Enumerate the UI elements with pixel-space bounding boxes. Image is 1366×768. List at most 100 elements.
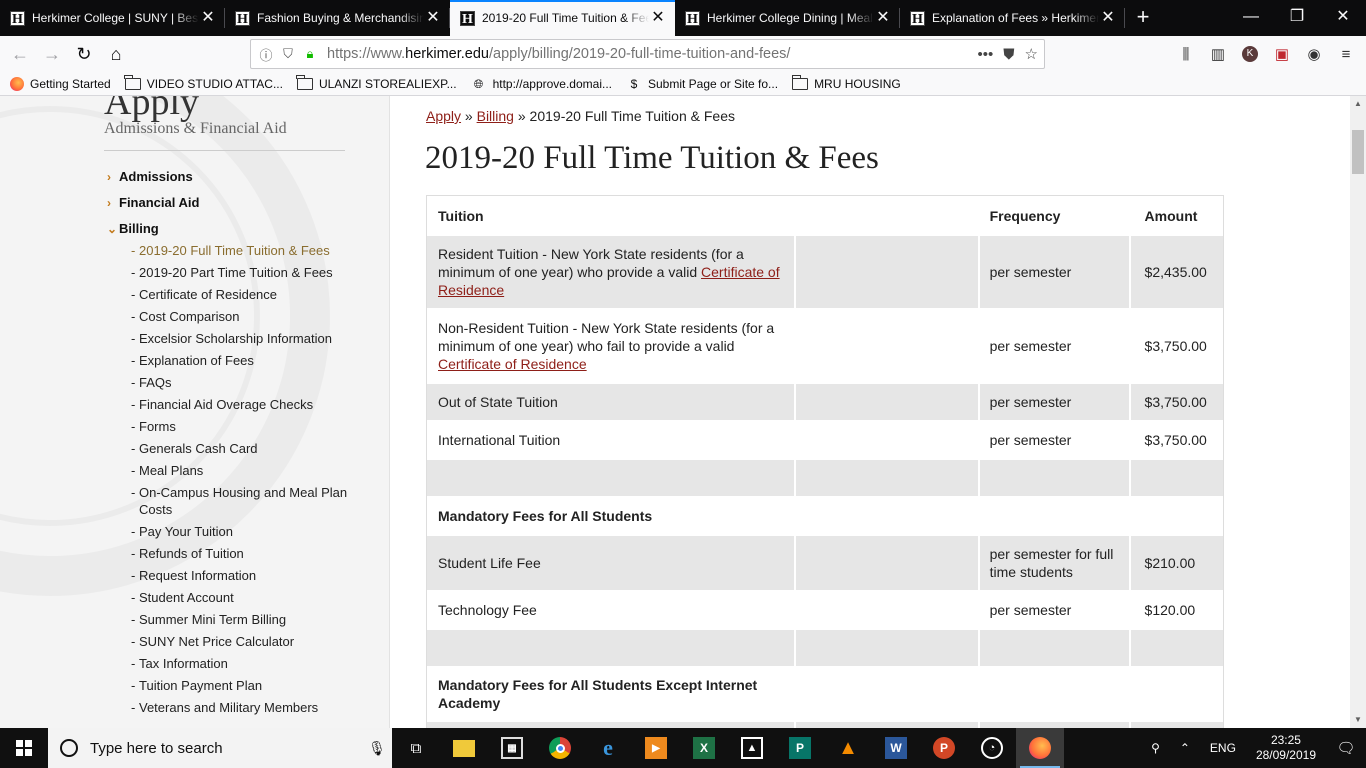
task-view-icon[interactable]: ⧉ (392, 728, 440, 768)
account-icon[interactable]: ◉ (1298, 45, 1330, 63)
sidebar-item-faqs[interactable]: - FAQs (131, 374, 367, 396)
tab-fashion-buying[interactable]: H Fashion Buying & Merchandising ✕ (225, 0, 450, 36)
extension-calendar-icon[interactable]: ▣ (1266, 45, 1298, 63)
sidebar-item-overage-checks[interactable]: - Financial Aid Overage Checks (131, 396, 367, 418)
sidebar-item-cash-card[interactable]: - Generals Cash Card (131, 440, 367, 462)
publisher-icon[interactable]: P (776, 728, 824, 768)
cortana-icon (60, 739, 78, 757)
microphone-icon[interactable]: 🎙︎ (362, 740, 392, 757)
sidebar-item-student-account[interactable]: - Student Account (131, 589, 367, 611)
clock[interactable]: 23:25 28/09/2019 (1246, 733, 1326, 763)
show-hidden-icons-chevron-up-icon[interactable]: ⌃ (1170, 741, 1200, 755)
close-tab-icon[interactable]: ✕ (649, 9, 667, 27)
sidebar-item-tax-info[interactable]: - Tax Information (131, 655, 367, 677)
tab-tuition-fees[interactable]: H 2019-20 Full Time Tuition & Fees ✕ (450, 0, 675, 36)
sidebar-item-billing[interactable]: ⌄ Billing (107, 220, 367, 242)
breadcrumb-billing-link[interactable]: Billing (477, 108, 514, 124)
table-row: Out of State Tuition per semester $3,750… (427, 384, 1223, 420)
sidebar-item-cost-comparison[interactable]: - Cost Comparison (131, 308, 367, 330)
bookmark-getting-started[interactable]: Getting Started (10, 76, 111, 91)
scroll-down-arrow-icon[interactable]: ▼ (1350, 712, 1366, 728)
sidebar-item-summer-billing[interactable]: - Summer Mini Term Billing (131, 611, 367, 633)
start-button[interactable] (0, 728, 48, 768)
sidebar-nav: › Admissions › Financial Aid ⌄ Billing -… (107, 168, 367, 721)
close-tab-icon[interactable]: ✕ (424, 9, 442, 27)
breadcrumb-apply-link[interactable]: Apply (426, 108, 461, 124)
bookmark-approve-domain[interactable]: 🌐︎ http://approve.domai... (471, 77, 612, 91)
sidebar-item-part-time-tuition[interactable]: -2019-20 Part Time Tuition & Fees (131, 264, 367, 286)
bookmark-mru-housing[interactable]: MRU HOUSING (791, 74, 901, 91)
pocket-icon[interactable]: ⛊ (1003, 46, 1014, 63)
tab-herkimer-home[interactable]: H Herkimer College | SUNY | Best ✕ (0, 0, 225, 36)
sidebar-item-explanation-fees[interactable]: - Explanation of Fees (131, 352, 367, 374)
people-icon[interactable]: ⚲ (1141, 741, 1170, 755)
tab-dining[interactable]: H Herkimer College Dining | Meal ✕ (675, 0, 900, 36)
page-scrollbar[interactable]: ▲ ▼ (1350, 96, 1366, 728)
extension-avatar-icon[interactable]: K (1242, 46, 1258, 62)
language-indicator[interactable]: ENG (1200, 741, 1246, 755)
folder-icon (791, 74, 809, 90)
certificate-residence-link[interactable]: Certificate of Residence (438, 356, 587, 372)
edge-icon[interactable]: e (584, 728, 632, 768)
sidebar-item-veterans[interactable]: - Veterans and Military Members (131, 699, 367, 721)
reload-icon[interactable]: ↻ (68, 38, 100, 70)
library-icon[interactable]: ⫼ (1170, 46, 1202, 63)
close-tab-icon[interactable]: ✕ (874, 9, 892, 27)
bookmark-video-studio[interactable]: VIDEO STUDIO ATTAC... (124, 74, 283, 91)
sidebar-item-forms[interactable]: - Forms (131, 418, 367, 440)
system-tray: ⚲ ⌃ ENG 23:25 28/09/2019 🗨︎ (1141, 728, 1366, 768)
file-explorer-icon[interactable] (440, 728, 488, 768)
scrollbar-thumb[interactable] (1352, 130, 1364, 174)
secure-lock-icon[interactable]: 🔒︎ (299, 46, 321, 62)
sidebar-item-financial-aid[interactable]: › Financial Aid (107, 194, 367, 220)
close-tab-icon[interactable]: ✕ (1099, 9, 1117, 27)
bookmark-submit-page[interactable]: $ Submit Page or Site fo... (626, 77, 778, 91)
firefox-taskbar-icon[interactable] (1016, 728, 1064, 768)
info-icon[interactable]: ⓘ (255, 45, 277, 64)
back-arrow-icon[interactable]: ← (4, 38, 36, 70)
photos-icon[interactable]: ▲ (728, 728, 776, 768)
excel-icon[interactable]: X (680, 728, 728, 768)
alarms-clock-icon[interactable]: ◔ (968, 728, 1016, 768)
sidebar-item-pay-tuition[interactable]: - Pay Your Tuition (131, 523, 367, 545)
minimize-window-icon[interactable]: — (1228, 0, 1274, 36)
chevron-down-icon: ⌄ (107, 222, 118, 236)
firefox-icon (10, 76, 24, 91)
sidebar-item-request-info[interactable]: - Request Information (131, 567, 367, 589)
notifications-icon[interactable]: 🗨︎ (1326, 739, 1366, 757)
close-tab-icon[interactable]: ✕ (199, 9, 217, 27)
new-tab-plus-icon[interactable]: + (1125, 0, 1161, 36)
close-window-icon[interactable]: ✕ (1320, 0, 1366, 36)
sidebar-item-housing-costs[interactable]: - On-Campus Housing and Meal Plan Costs (131, 484, 367, 523)
sidebar-item-certificate-residence[interactable]: - Certificate of Residence (131, 286, 367, 308)
sidebar-item-meal-plans[interactable]: - Meal Plans (131, 462, 367, 484)
powerpoint-icon[interactable]: P (920, 728, 968, 768)
page-actions-icon[interactable]: ••• (978, 46, 994, 63)
bookmark-star-icon[interactable]: ☆ (1025, 45, 1038, 63)
forward-arrow-icon[interactable]: → (36, 38, 68, 70)
restore-window-icon[interactable]: ❐ (1274, 0, 1320, 36)
bookmark-ulanzi[interactable]: ULANZI STOREALIEXP... (296, 74, 457, 91)
sidebar-item-refunds[interactable]: - Refunds of Tuition (131, 545, 367, 567)
chrome-icon[interactable] (536, 728, 584, 768)
word-icon[interactable]: W (872, 728, 920, 768)
sidebar-item-excelsior[interactable]: - Excelsior Scholarship Information (131, 330, 367, 352)
taskbar-search[interactable]: Type here to search 🎙︎ (48, 728, 392, 768)
video-editor-icon[interactable]: ▶ (632, 728, 680, 768)
home-icon[interactable]: ⌂ (100, 38, 132, 70)
sidebar-item-admissions[interactable]: › Admissions (107, 168, 367, 194)
sidebar-icon[interactable]: ▥ (1202, 45, 1234, 63)
breadcrumb: Apply » Billing » 2019-20 Full Time Tuit… (426, 108, 735, 124)
hamburger-menu-icon[interactable]: ≡ (1330, 46, 1362, 63)
calculator-icon[interactable]: ▦ (488, 728, 536, 768)
sidebar-item-net-price[interactable]: - SUNY Net Price Calculator (131, 633, 367, 655)
sidebar-item-full-time-tuition[interactable]: -2019-20 Full Time Tuition & Fees (131, 242, 367, 264)
sidebar-item-payment-plan[interactable]: - Tuition Payment Plan (131, 677, 367, 699)
scroll-up-arrow-icon[interactable]: ▲ (1350, 96, 1366, 112)
tab-explanation-fees[interactable]: H Explanation of Fees » Herkimer ✕ (900, 0, 1125, 36)
url-text[interactable]: https://www.herkimer.edu/apply/billing/2… (327, 46, 790, 62)
address-bar[interactable]: ⓘ ⛉ 🔒︎ https://www.herkimer.edu/apply/bi… (250, 39, 1045, 69)
vlc-icon[interactable]: ▲ (824, 728, 872, 768)
herkimer-favicon-icon: H (10, 10, 25, 27)
tracking-shield-icon[interactable]: ⛉ (277, 46, 299, 62)
